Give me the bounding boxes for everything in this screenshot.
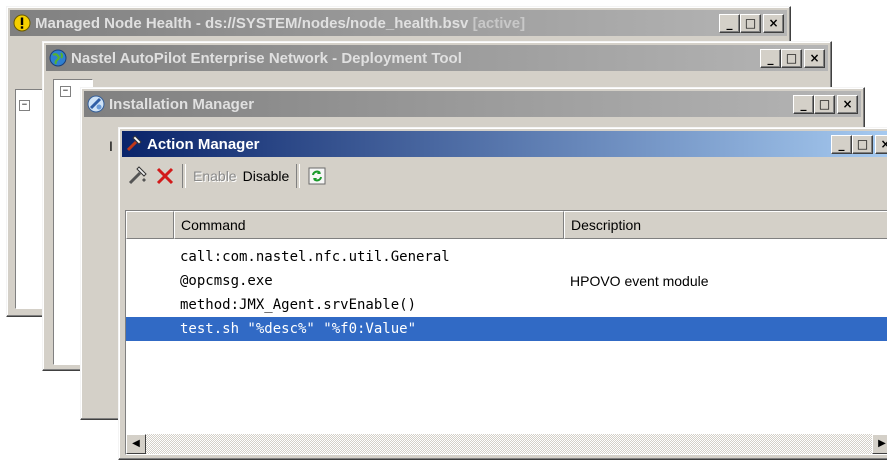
installation-manager-title: Installation Manager <box>109 95 255 113</box>
wand-icon <box>128 166 147 185</box>
row-indicator-header[interactable] <box>126 211 174 239</box>
minimize-button[interactable]: _ <box>793 95 814 114</box>
tree-collapse-icon[interactable]: − <box>60 86 71 97</box>
warning-icon <box>13 14 31 32</box>
action-command: @opcmsg.exe <box>180 273 273 289</box>
action-command: test.sh "%desc%" "%f0:Value" <box>180 321 417 337</box>
active-status-label: [active] <box>472 14 526 32</box>
deployment-tool-controls: _ □ × <box>760 49 825 68</box>
new-action-button[interactable] <box>124 166 152 186</box>
maximize-button[interactable]: □ <box>852 135 873 154</box>
refresh-button[interactable] <box>304 166 330 186</box>
close-button[interactable]: × <box>763 14 784 33</box>
installation-manager-label: I <box>109 138 113 154</box>
installation-manager-titlebar[interactable]: Installation Manager <box>84 91 861 117</box>
action-manager-toolbar: Enable Disable <box>124 160 330 192</box>
minimize-button[interactable]: _ <box>831 135 852 154</box>
delete-action-button[interactable] <box>152 166 178 186</box>
action-description: HPOVO event module <box>570 273 709 289</box>
action-row[interactable]: call:com.nastel.nfc.util.General <box>126 245 887 269</box>
minimize-button[interactable]: _ <box>719 14 740 33</box>
close-button[interactable]: × <box>837 95 858 114</box>
globe-icon <box>49 49 67 67</box>
toolbar-separator <box>296 164 301 188</box>
close-button[interactable]: × <box>875 135 887 154</box>
toolbar-separator <box>182 164 186 188</box>
action-row-selected[interactable]: test.sh "%desc%" "%f0:Value" <box>126 317 887 341</box>
command-column-header[interactable]: Command <box>174 211 564 239</box>
hammer-icon <box>126 135 142 152</box>
managed-node-health-controls: _ □ × <box>719 14 784 33</box>
action-manager-titlebar[interactable]: Action Manager <box>122 131 887 157</box>
installation-manager-controls: _ □ × <box>793 95 858 114</box>
scroll-right-icon[interactable]: ▶ <box>872 434 887 454</box>
minimize-button[interactable]: _ <box>760 49 781 68</box>
description-column-header[interactable]: Description <box>564 211 887 239</box>
disable-button[interactable]: Disable <box>240 168 293 184</box>
enable-button[interactable]: Enable <box>190 168 240 184</box>
action-list-header: Command Description <box>126 211 887 239</box>
action-manager-controls: _ □ × <box>831 135 887 154</box>
deployment-tool-title: Nastel AutoPilot Enterprise Network - De… <box>71 49 462 67</box>
scroll-left-icon[interactable]: ◀ <box>126 434 146 454</box>
action-manager-window: Action Manager _ □ × Enable Disable Comm… <box>118 127 887 460</box>
scrollbar-track[interactable] <box>146 434 872 454</box>
deployment-tool-titlebar[interactable]: Nastel AutoPilot Enterprise Network - De… <box>46 45 828 71</box>
action-row[interactable]: @opcmsg.exe HPOVO event module <box>126 269 887 293</box>
delete-x-icon <box>156 167 174 185</box>
maximize-button[interactable]: □ <box>814 95 835 114</box>
action-list-panel: Command Description call:com.nastel.nfc.… <box>125 210 887 455</box>
action-manager-title: Action Manager <box>147 135 260 153</box>
tree-collapse-icon[interactable]: − <box>19 100 30 111</box>
refresh-icon <box>308 167 326 185</box>
installer-icon <box>87 95 105 113</box>
managed-node-health-titlebar[interactable]: Managed Node Health - ds://SYSTEM/nodes/… <box>10 10 787 36</box>
action-command: call:com.nastel.nfc.util.General <box>180 249 450 265</box>
maximize-button[interactable]: □ <box>781 49 802 68</box>
horizontal-scrollbar[interactable]: ◀ ▶ <box>126 434 887 454</box>
close-button[interactable]: × <box>804 49 825 68</box>
maximize-button[interactable]: □ <box>740 14 761 33</box>
managed-node-health-title: Managed Node Health - ds://SYSTEM/nodes/… <box>35 14 469 32</box>
action-command: method:JMX_Agent.srvEnable() <box>180 297 417 313</box>
action-row[interactable]: method:JMX_Agent.srvEnable() <box>126 293 887 317</box>
